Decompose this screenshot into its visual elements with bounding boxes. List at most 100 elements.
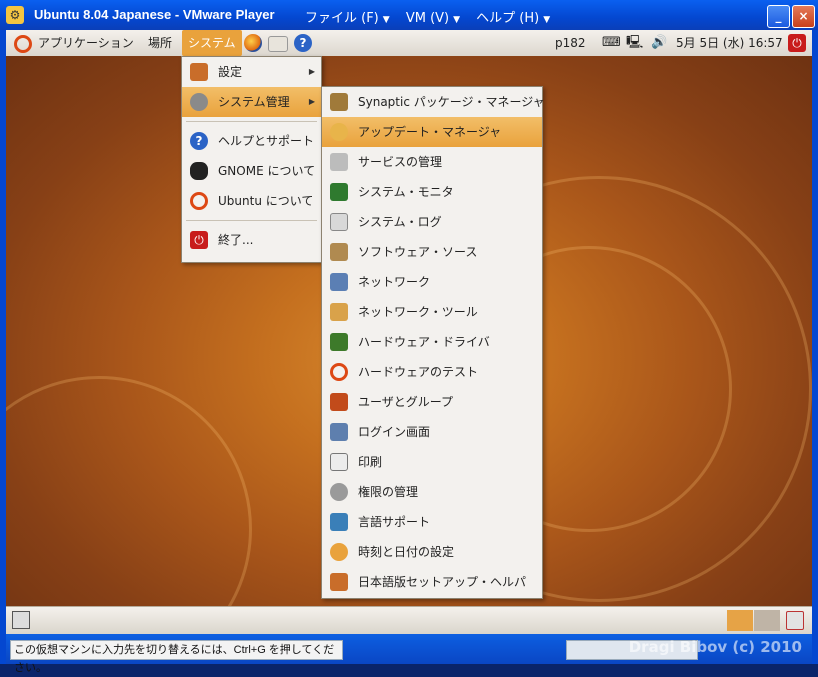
system-monitor-icon [330,183,348,201]
mail-icon[interactable] [268,36,288,52]
minimize-button[interactable]: _ [767,5,790,28]
vmware-menubar: ファイル (F) ▼ VM (V) ▼ ヘルプ (H) ▼ [305,7,562,26]
firefox-icon[interactable] [244,34,262,52]
clock[interactable]: 5月 5日 (水) 16:57 [676,30,783,56]
menu-item-system-log[interactable]: システム・ログ [322,207,542,237]
menu-item-label: ソフトウェア・ソース [358,245,478,259]
preferences-icon [190,63,208,81]
menu-item-label: 設定 [218,65,243,79]
menu-separator [186,121,317,122]
menu-item-label: 権限の管理 [358,485,419,499]
menu-item-label: Ubuntu について [218,194,314,208]
login-window-icon [330,423,348,441]
ubuntu-logo-icon [190,192,208,210]
close-button[interactable]: × [792,5,815,28]
menu-item-label: アップデート・マネージャ [358,125,502,139]
workspace-2[interactable] [754,610,780,631]
menu-item-services[interactable]: サービスの管理 [322,147,542,177]
ubuntu-logo-icon [14,34,32,53]
menu-item-users-groups[interactable]: ユーザとグループ [322,387,542,417]
menu-item-printing[interactable]: 印刷 [322,447,542,477]
menu-item-network-tools[interactable]: ネットワーク・ツール [322,297,542,327]
key-icon [330,483,348,501]
menu-item-about-gnome[interactable]: GNOME について [182,156,321,186]
hostname-label: p182 [555,36,586,50]
chevron-down-icon[interactable]: ▼ [383,15,390,25]
vmware-app-icon: ⚙ [6,6,24,24]
software-sources-icon [330,243,348,261]
menu-item-software-sources[interactable]: ソフトウェア・ソース [322,237,542,267]
places-menu[interactable]: 場所 [148,30,172,56]
wallpaper-swirl [6,376,252,606]
input-hint-message: この仮想マシンに入力先を切り替えるには、Ctrl+G を押してください。 [10,640,343,674]
menu-item-japanese-setup[interactable]: 日本語版セットアップ・ヘルパ [322,567,542,597]
watermark: Dragi Bibov (c) 2010 [628,638,802,656]
menu-item-label: ネットワーク [358,275,431,289]
gnome-top-panel: アプリケーション 場所 システム ? p182 ⌨ 🖳 🔊 5月 5日 (水) … [6,30,812,57]
menu-item-label: ヘルプとサポート [218,134,315,148]
applications-label: アプリケーション [38,36,134,50]
menu-item-login-window[interactable]: ログイン画面 [322,417,542,447]
vmware-titlebar: ⚙ Ubuntu 8.04 Japanese - VMware Player フ… [0,0,818,30]
chevron-down-icon[interactable]: ▼ [453,15,460,25]
power-icon: ⏻ [190,231,208,249]
menu-item-administration[interactable]: システム管理 ▶ [182,87,321,117]
help-icon[interactable]: ? [294,34,312,52]
menu-item-hardware-test[interactable]: ハードウェアのテスト [322,357,542,387]
administration-submenu: Synaptic パッケージ・マネージャ アップデート・マネージャ サービスの管… [321,86,545,599]
menu-item-help[interactable]: ? ヘルプとサポート [182,126,321,156]
menu-item-label: サービスの管理 [358,155,443,169]
menu-item-hardware-drivers[interactable]: ハードウェア・ドライバ [322,327,542,357]
menu-vm[interactable]: VM (V) [406,11,449,26]
menu-item-update-manager[interactable]: アップデート・マネージャ [322,117,542,147]
tools-icon [330,573,348,591]
menu-item-label: GNOME について [218,164,316,178]
menu-item-quit[interactable]: ⏻ 終了... [182,225,321,255]
menu-item-policykit[interactable]: 権限の管理 [322,477,542,507]
window-frame-right [812,30,818,664]
menu-item-preferences[interactable]: 設定 ▶ [182,57,321,87]
menu-item-label: システム・モニタ [358,185,454,199]
hardware-card-icon [330,333,348,351]
gnome-foot-icon [190,162,208,180]
gnome-bottom-panel [6,606,812,635]
trash-icon[interactable] [786,611,804,630]
show-desktop-icon[interactable] [12,611,30,629]
vmware-statusbar: この仮想マシンに入力先を切り替えるには、Ctrl+G を押してください。 Dra… [6,634,812,674]
menu-item-language-support[interactable]: 言語サポート [322,507,542,537]
workspace-1[interactable] [727,610,753,631]
menu-separator [186,220,317,221]
help-icon: ? [190,132,208,150]
menu-item-label: ログイン画面 [358,425,431,439]
menu-item-synaptic[interactable]: Synaptic パッケージ・マネージャ [322,87,545,117]
applications-menu[interactable]: アプリケーション [14,30,134,56]
system-menu[interactable]: システム [182,30,242,56]
menu-help[interactable]: ヘルプ (H) [476,11,539,26]
language-flag-icon [330,513,348,531]
users-icon [330,393,348,411]
ubuntu-logo-icon [330,363,348,381]
menu-file[interactable]: ファイル (F) [305,11,379,26]
window-title: Ubuntu 8.04 Japanese - VMware Player [34,7,275,22]
menu-item-label: ハードウェアのテスト [358,365,479,379]
menu-item-label: ハードウェア・ドライバ [358,335,490,349]
menu-item-label: 印刷 [358,455,383,469]
menu-item-label: システム・ログ [358,215,442,229]
menu-item-time-date[interactable]: 時刻と日付の設定 [322,537,542,567]
power-icon[interactable]: ⏻ [788,34,806,52]
chevron-down-icon[interactable]: ▼ [543,15,550,25]
network-icon[interactable]: 🖳 [626,30,643,56]
network-tools-icon [330,303,348,321]
gear-icon [190,93,208,111]
keyboard-icon[interactable]: ⌨ [602,30,621,56]
menu-item-network[interactable]: ネットワーク [322,267,542,297]
menu-item-label: 終了... [218,233,254,247]
menu-item-system-monitor[interactable]: システム・モニタ [322,177,542,207]
server-icon [330,153,348,171]
system-dropdown-menu: 設定 ▶ システム管理 ▶ ? ヘルプとサポート GNOME について Ubun… [181,56,322,263]
menu-item-label: ネットワーク・ツール [358,305,478,319]
menu-item-label: 時刻と日付の設定 [358,545,455,559]
submenu-arrow-icon: ▶ [308,97,315,106]
menu-item-about-ubuntu[interactable]: Ubuntu について [182,186,321,216]
volume-icon[interactable]: 🔊 [651,30,667,56]
